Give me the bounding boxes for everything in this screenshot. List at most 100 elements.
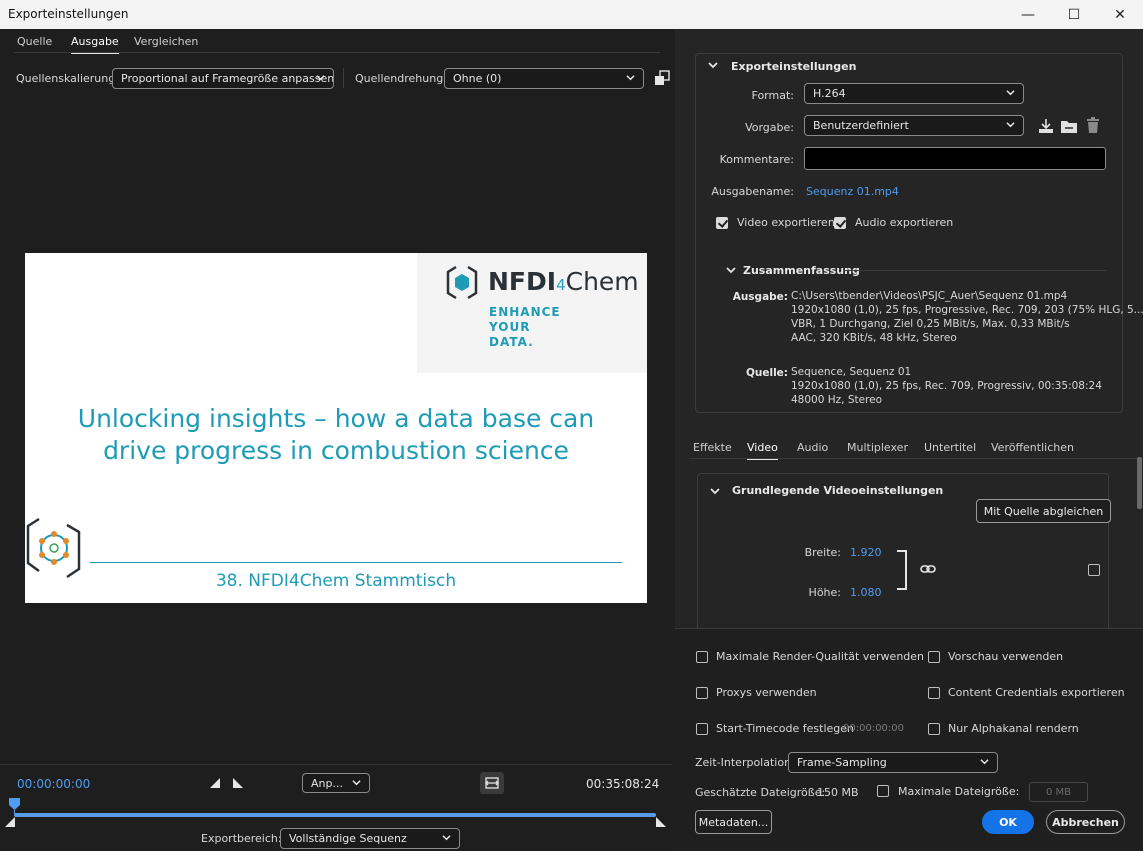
save-preset-icon[interactable] [1038, 118, 1054, 134]
summary-output-details: C:\Users\tbender\Videos\PSJC_Auer\Sequen… [791, 289, 1143, 345]
tab-untertitel[interactable]: Untertitel [924, 441, 976, 454]
summary-source-line: 48000 Hz, Stereo [791, 394, 883, 406]
summary-output-label: Ausgabe: [732, 291, 788, 303]
tab-quelle[interactable]: Quelle [17, 35, 52, 48]
tab-audio[interactable]: Audio [797, 441, 828, 454]
export-range-value: Vollständige Sequenz [289, 832, 407, 845]
max-render-quality-checkbox[interactable] [696, 651, 708, 663]
use-proxies-checkbox[interactable] [696, 687, 708, 699]
estimated-size-value: 150 MB [817, 786, 859, 799]
preset-dropdown[interactable]: Benutzerdefiniert [804, 115, 1024, 136]
use-preview-checkbox[interactable] [928, 651, 940, 663]
playhead-handle[interactable] [9, 798, 20, 814]
width-value[interactable]: 1.920 [850, 546, 882, 559]
tab-video[interactable]: Video [747, 441, 778, 460]
start-timecode[interactable]: 00:00:00:00 [17, 777, 90, 791]
format-dropdown[interactable]: H.264 [804, 83, 1024, 104]
zoom-fit-dropdown[interactable]: Anp... [302, 773, 370, 793]
window-title: Exporteinstellungen [8, 7, 129, 21]
fit-range-icon [485, 777, 499, 789]
chevron-down-icon [626, 73, 635, 82]
tab-veroeffentlichen[interactable]: Veröffentlichen [991, 441, 1074, 454]
source-scaling-dropdown[interactable]: Proportional auf Framegröße anpassen [112, 68, 334, 89]
range-end-handle[interactable] [656, 817, 666, 827]
start-timecode-checkbox[interactable] [696, 723, 708, 735]
max-file-size-field[interactable]: 0 MB [1029, 782, 1088, 802]
max-render-quality-label: Maximale Render-Qualität verwenden [716, 650, 925, 663]
summary-output-line: VBR, 1 Durchgang, Ziel 0,25 MBit/s, Max.… [791, 318, 1070, 330]
brand-chem: Chem [565, 267, 639, 296]
range-start-handle[interactable] [5, 817, 15, 827]
close-button[interactable]: ✕ [1097, 0, 1143, 29]
export-video-label: Video exportieren [737, 216, 835, 229]
ok-button[interactable]: OK [982, 810, 1034, 834]
time-interpolation-dropdown[interactable]: Frame-Sampling [788, 752, 998, 773]
slide-divider-line [90, 562, 622, 563]
collapse-chevron-icon[interactable] [708, 60, 718, 70]
export-video-checkbox[interactable] [716, 217, 728, 229]
chevron-down-icon [442, 833, 451, 842]
tab-effekte[interactable]: Effekte [693, 441, 732, 454]
start-timecode-value[interactable]: 00:00:00:00 [843, 723, 904, 734]
summary-source-details: Sequence, Sequenz 01 1920x1080 (1,0), 25… [791, 365, 1102, 407]
format-label: Format: [751, 89, 794, 102]
export-range-bar[interactable] [14, 813, 656, 817]
mark-out-icon[interactable] [232, 777, 244, 789]
summary-output-line: 1920x1080 (1,0), 25 fps, Progressive, Re… [791, 304, 1143, 316]
brand-four: 4 [556, 276, 566, 294]
minimize-icon: — [1021, 6, 1035, 23]
match-source-button[interactable]: Mit Quelle abgleichen [976, 499, 1111, 523]
comments-field[interactable] [804, 147, 1106, 170]
scrollbar-thumb[interactable] [1137, 457, 1142, 509]
start-timecode-label: Start-Timecode festlegen [716, 722, 855, 735]
source-rotation-dropdown[interactable]: Ohne (0) [444, 68, 644, 89]
alpha-only-checkbox[interactable] [928, 723, 940, 735]
maximize-button[interactable]: ☐ [1051, 0, 1097, 29]
crop-icon[interactable] [654, 70, 670, 86]
import-preset-icon[interactable] [1060, 118, 1078, 134]
chevron-down-icon [316, 73, 325, 82]
time-interpolation-value: Frame-Sampling [797, 756, 887, 769]
tab-multiplexer[interactable]: Multiplexer [847, 441, 908, 454]
tab-divider [14, 52, 660, 53]
summary-title: Zusammenfassung [743, 264, 860, 277]
max-file-size-checkbox[interactable] [877, 785, 889, 797]
preset-value: Benutzerdefiniert [813, 119, 909, 132]
summary-chevron-icon[interactable] [726, 265, 736, 275]
summary-divider [844, 270, 1106, 271]
brand-nfdi: NFDI [488, 267, 557, 296]
metadata-button[interactable]: Metadaten... [695, 810, 772, 834]
zoom-fit-value: Anp... [311, 776, 343, 790]
fit-range-button[interactable] [480, 772, 504, 794]
delete-preset-icon[interactable] [1086, 117, 1100, 134]
chevron-down-icon [980, 757, 989, 766]
width-label: Breite: [804, 546, 841, 559]
height-value[interactable]: 1.080 [850, 586, 882, 599]
comments-label: Kommentare: [719, 153, 794, 166]
time-interpolation-label: Zeit-Interpolation: [695, 756, 795, 769]
mark-in-icon[interactable] [209, 777, 221, 789]
summary-output-line: AAC, 320 KBit/s, 48 kHz, Stereo [791, 332, 957, 344]
export-settings-section: Exporteinstellungen Format: H.264 Vorgab… [695, 53, 1143, 413]
dimension-override-checkbox[interactable] [1088, 564, 1100, 576]
slide-title-line-1: Unlocking insights – how a data base can [77, 404, 595, 433]
link-chain-icon[interactable] [920, 563, 936, 575]
video-preview: NFDI4Chem ENHANCE YOUR DATA. Unlocking i… [25, 253, 647, 603]
chevron-down-icon [1006, 120, 1015, 129]
summary-source-line: Sequence, Sequenz 01 [791, 366, 912, 378]
tab-ausgabe[interactable]: Ausgabe [71, 35, 119, 54]
slide-title-line-2: drive progress in combustion science [103, 436, 569, 465]
cancel-button[interactable]: Abbrechen [1046, 810, 1125, 834]
video-section-chevron-icon[interactable] [710, 486, 720, 496]
export-audio-checkbox[interactable] [834, 217, 846, 229]
content-credentials-checkbox[interactable] [928, 687, 940, 699]
tab-vergleichen[interactable]: Vergleichen [134, 35, 198, 48]
use-proxies-label: Proxys verwenden [716, 686, 817, 699]
minimize-button[interactable]: — [1005, 0, 1051, 29]
output-name-label: Ausgabename: [711, 185, 794, 198]
export-range-dropdown[interactable]: Vollständige Sequenz [280, 828, 460, 849]
slide-subtitle: 38. NFDI4Chem Stammtisch [215, 571, 457, 591]
maximize-icon: ☐ [1067, 6, 1081, 23]
end-timecode: 00:35:08:24 [586, 777, 660, 791]
output-name-link[interactable]: Sequenz 01.mp4 [806, 185, 899, 198]
